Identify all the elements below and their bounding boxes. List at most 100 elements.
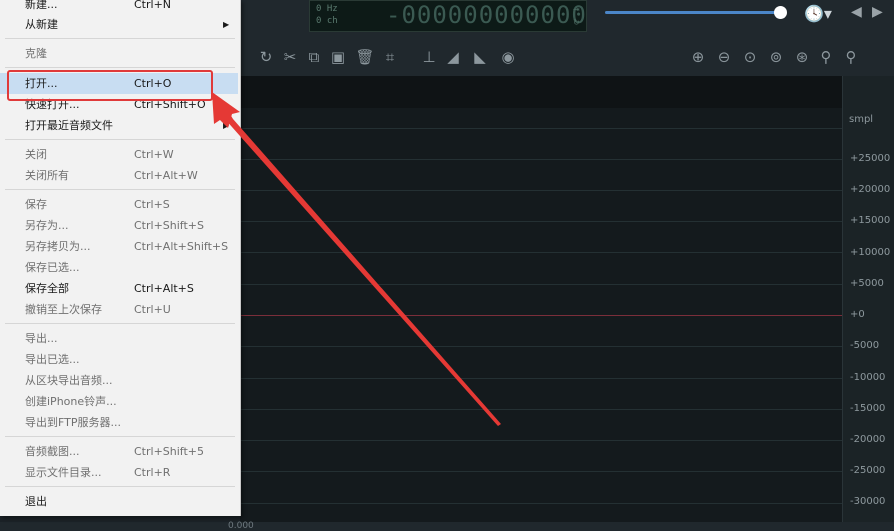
grid-line bbox=[240, 409, 842, 410]
ruler-label: -25000 bbox=[850, 465, 886, 476]
grid-line bbox=[240, 159, 842, 160]
menu-item-shortcut: Ctrl+Shift+S bbox=[134, 219, 204, 232]
submenu-arrow-icon: ▶ bbox=[223, 20, 230, 29]
menu-item-label: 打开最近音频文件 bbox=[25, 119, 113, 132]
menu-separator bbox=[5, 323, 235, 324]
menu-item-label: 保存已选... bbox=[25, 261, 80, 274]
menu-item-save-selection[interactable]: 保存已选... bbox=[0, 257, 238, 278]
normalize-icon[interactable]: ⊥ bbox=[419, 47, 439, 67]
menu-item-label: 从区块导出音频... bbox=[25, 374, 113, 387]
menu-item-label: 导出已选... bbox=[25, 353, 80, 366]
channel-readout: 0 ch bbox=[316, 16, 338, 26]
ruler-label: -5000 bbox=[850, 340, 880, 351]
grid-line bbox=[240, 503, 842, 504]
highlight-box bbox=[7, 70, 213, 101]
effect-icon[interactable]: ◉ bbox=[498, 47, 518, 67]
delete-icon[interactable]: 🗑 bbox=[355, 47, 375, 67]
fade-in-icon[interactable]: ◢ bbox=[443, 47, 463, 67]
readout-loop-icon: ↻ bbox=[573, 18, 580, 27]
zoom-fit-icon[interactable]: ⊚ bbox=[766, 47, 786, 67]
menu-item-save-as[interactable]: 另存为... Ctrl+Shift+S bbox=[0, 215, 238, 236]
menu-item-label: 创建iPhone铃声... bbox=[25, 395, 117, 408]
paste-icon[interactable]: ▣ bbox=[328, 47, 348, 67]
menu-item-export[interactable]: 导出... bbox=[0, 328, 238, 349]
ruler-label: +25000 bbox=[850, 153, 891, 164]
menu-item-label: 保存全部 bbox=[25, 282, 69, 295]
redo-icon[interactable]: ↻ bbox=[256, 47, 276, 67]
menu-item-label: 关闭 bbox=[25, 148, 47, 161]
menu-item-label: 另存为... bbox=[25, 219, 69, 232]
zoom-in-icon[interactable]: ⊕ bbox=[688, 47, 708, 67]
menu-item-export-regions[interactable]: 从区块导出音频... bbox=[0, 370, 238, 391]
edit-toolbar: ↻ ✂ ⧉ ▣ 🗑 ⌗ ⊥ ◢ ◣ ◉ ⊕ ⊖ ⊙ ⊚ ⊛ ⚲ ⚲ bbox=[240, 38, 894, 76]
menu-item-close[interactable]: 关闭 Ctrl+W bbox=[0, 144, 238, 165]
waveform-header bbox=[240, 76, 842, 108]
menu-item-export-ftp[interactable]: 导出到FTP服务器... bbox=[0, 412, 238, 433]
grid-line bbox=[240, 284, 842, 285]
menu-item-open-recent[interactable]: 打开最近音频文件 ▶ bbox=[0, 115, 238, 136]
volume-slider[interactable] bbox=[605, 11, 777, 14]
ruler-label: +15000 bbox=[850, 215, 891, 226]
arrow-left-icon[interactable]: ◀ bbox=[851, 4, 867, 20]
menu-item-iphone-ringtone[interactable]: 创建iPhone铃声... bbox=[0, 391, 238, 412]
menu-item-shortcut: Ctrl+R bbox=[134, 466, 171, 479]
menu-item-export-selection[interactable]: 导出已选... bbox=[0, 349, 238, 370]
copy-icon[interactable]: ⧉ bbox=[304, 47, 324, 67]
grid-line bbox=[240, 128, 842, 129]
menu-item-label: 从新建 bbox=[25, 18, 58, 31]
menu-item-save[interactable]: 保存 Ctrl+S bbox=[0, 194, 238, 215]
arrow-right-icon[interactable]: ▶ bbox=[872, 4, 888, 20]
readout-arrow-icon: ⇥ bbox=[573, 5, 580, 14]
menu-item-new[interactable]: 新建... Ctrl+N bbox=[0, 0, 238, 15]
menu-item-clone[interactable]: 克隆 bbox=[0, 43, 238, 64]
menu-item-exit[interactable]: 退出 bbox=[0, 491, 238, 512]
menu-item-shortcut: Ctrl+N bbox=[134, 0, 172, 11]
volume-slider-thumb[interactable] bbox=[774, 6, 787, 19]
zoom-full-icon[interactable]: ⊛ bbox=[792, 47, 812, 67]
menu-item-label: 保存 bbox=[25, 198, 47, 211]
menu-item-shortcut: Ctrl+S bbox=[134, 198, 170, 211]
time-counter: -000000000000 bbox=[386, 1, 587, 29]
grid-line bbox=[240, 440, 842, 441]
menu-item-save-all[interactable]: 保存全部 Ctrl+Alt+S bbox=[0, 278, 238, 299]
menu-item-save-copy-as[interactable]: 另存拷贝为... Ctrl+Alt+Shift+S bbox=[0, 236, 238, 257]
time-position: 0.000 bbox=[228, 521, 254, 531]
menu-separator bbox=[5, 67, 235, 68]
ruler-label: -30000 bbox=[850, 496, 886, 507]
menu-item-close-all[interactable]: 关闭所有 Ctrl+Alt+W bbox=[0, 165, 238, 186]
grid-line bbox=[240, 346, 842, 347]
fade-out-icon[interactable]: ◣ bbox=[470, 47, 490, 67]
ruler-label: +0 bbox=[850, 309, 865, 320]
menu-item-show-in-folder[interactable]: 显示文件目录... Ctrl+R bbox=[0, 462, 238, 483]
grid-line bbox=[240, 221, 842, 222]
menu-item-shortcut: Ctrl+Alt+S bbox=[134, 282, 194, 295]
menu-item-label: 退出 bbox=[25, 495, 47, 508]
menu-separator bbox=[5, 436, 235, 437]
ruler-label: +10000 bbox=[850, 247, 891, 258]
crop-icon[interactable]: ⌗ bbox=[380, 47, 400, 67]
zoom-out-icon[interactable]: ⊖ bbox=[714, 47, 734, 67]
menu-separator bbox=[5, 486, 235, 487]
amplitude-ruler bbox=[842, 76, 894, 522]
waveform-area[interactable] bbox=[240, 76, 842, 522]
menu-item-label: 关闭所有 bbox=[25, 169, 69, 182]
menu-item-label: 导出... bbox=[25, 332, 58, 345]
menu-item-label: 撤销至上次保存 bbox=[25, 303, 102, 316]
zoom-vertical-in-icon[interactable]: ⚲ bbox=[816, 47, 836, 67]
grid-line bbox=[240, 190, 842, 191]
history-icon[interactable]: 🕓▾ bbox=[804, 4, 832, 24]
ruler-label: -15000 bbox=[850, 403, 886, 414]
grid-line bbox=[240, 471, 842, 472]
menu-item-audio-screenshot[interactable]: 音频截图... Ctrl+Shift+5 bbox=[0, 441, 238, 462]
menu-item-revert[interactable]: 撤销至上次保存 Ctrl+U bbox=[0, 299, 238, 320]
menu-item-shortcut: Ctrl+Alt+W bbox=[134, 169, 198, 182]
cut-icon[interactable]: ✂ bbox=[280, 47, 300, 67]
menu-item-label: 音频截图... bbox=[25, 445, 80, 458]
menu-item-shortcut: Ctrl+Alt+Shift+S bbox=[134, 240, 229, 253]
zoom-vertical-out-icon[interactable]: ⚲ bbox=[841, 47, 861, 67]
menu-item-new-from[interactable]: 从新建 ▶ bbox=[0, 14, 238, 35]
menu-item-label: 新建... bbox=[25, 0, 58, 11]
menu-item-shortcut: Ctrl+Shift+5 bbox=[134, 445, 205, 458]
menu-item-shortcut: Ctrl+U bbox=[134, 303, 171, 316]
zoom-selection-icon[interactable]: ⊙ bbox=[740, 47, 760, 67]
